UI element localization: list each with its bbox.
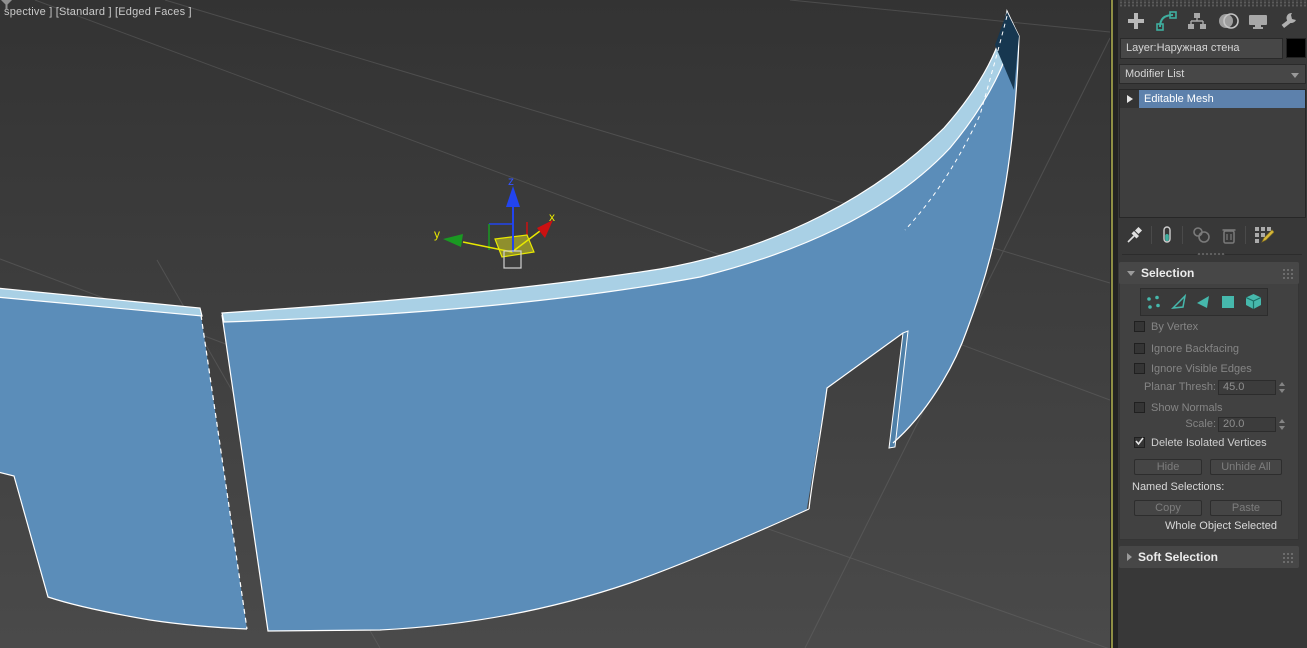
per-view-filter-icon[interactable] bbox=[0, 0, 13, 11]
checkbox-label: Show Normals bbox=[1151, 401, 1223, 414]
modifier-list-label: Modifier List bbox=[1125, 68, 1185, 80]
stack-expand-button[interactable] bbox=[1120, 90, 1139, 108]
hierarchy-icon bbox=[1188, 13, 1207, 29]
object-color-swatch[interactable] bbox=[1286, 38, 1306, 58]
stack-toolbar bbox=[1118, 222, 1307, 248]
remove-modifier-icon[interactable] bbox=[1221, 226, 1237, 244]
active-viewport-border bbox=[1111, 0, 1113, 648]
rollout-title: Selection bbox=[1141, 266, 1195, 280]
checkbox-label: Delete Isolated Vertices bbox=[1151, 436, 1267, 449]
panel-drag-handle[interactable] bbox=[1118, 0, 1307, 7]
chevron-right-icon bbox=[1126, 95, 1133, 103]
perspective-viewport[interactable]: x y z spective ] [Standard ] [Edged Face… bbox=[0, 0, 1110, 648]
soft-selection-rollout-header[interactable]: Soft Selection bbox=[1119, 546, 1299, 568]
z-axis-label: z bbox=[508, 174, 514, 188]
viewport-panel-splitter[interactable] bbox=[1110, 0, 1118, 648]
tab-display[interactable] bbox=[1245, 9, 1271, 33]
pin-stack-icon[interactable] bbox=[1126, 226, 1143, 244]
selection-rollout-header[interactable]: Selection bbox=[1119, 262, 1299, 284]
planar-thresh-input[interactable]: 45.0 bbox=[1218, 380, 1276, 395]
element-mode-icon[interactable] bbox=[1244, 293, 1263, 311]
checkbox-ignore-backfacing[interactable]: Ignore Backfacing bbox=[1134, 342, 1239, 355]
separator-grip[interactable] bbox=[1197, 252, 1225, 257]
y-axis-label: y bbox=[434, 227, 440, 241]
make-unique-icon[interactable] bbox=[1191, 226, 1213, 244]
tab-utilities[interactable] bbox=[1276, 9, 1302, 33]
spinner-arrows[interactable] bbox=[1278, 418, 1287, 431]
layer-name-field[interactable]: Layer:Наружная стена bbox=[1120, 38, 1283, 59]
unhide-all-button[interactable]: Unhide All bbox=[1210, 459, 1282, 475]
face-mode-icon[interactable] bbox=[1195, 294, 1212, 311]
paste-button[interactable]: Paste bbox=[1210, 500, 1282, 516]
scale-input[interactable]: 20.0 bbox=[1218, 417, 1276, 432]
checkbox-show-normals[interactable]: Show Normals bbox=[1134, 401, 1223, 414]
modifier-list-dropdown[interactable]: Modifier List bbox=[1119, 64, 1306, 84]
show-end-result-icon[interactable] bbox=[1160, 226, 1174, 244]
configure-modifier-sets-icon[interactable] bbox=[1254, 226, 1274, 244]
tab-create[interactable] bbox=[1123, 9, 1149, 33]
motion-icon bbox=[1218, 13, 1239, 29]
toolbar-divider bbox=[1182, 226, 1183, 244]
spinner-up-icon bbox=[1279, 419, 1285, 423]
spinner-label: Planar Thresh: bbox=[1144, 381, 1216, 393]
rollout-title: Soft Selection bbox=[1138, 550, 1219, 564]
hide-button[interactable]: Hide bbox=[1134, 459, 1202, 475]
x-axis-label: x bbox=[549, 210, 555, 224]
toolbar-divider bbox=[1151, 226, 1152, 244]
subobject-mode-bar bbox=[1140, 288, 1268, 316]
checkmark-icon bbox=[1135, 437, 1144, 446]
chevron-down-icon bbox=[1291, 73, 1299, 78]
viewport-label[interactable]: spective ] [Standard ] [Edged Faces ] bbox=[4, 6, 192, 18]
rollout-grip-icon[interactable] bbox=[1282, 268, 1293, 279]
viewport-canvas[interactable]: x y z bbox=[0, 0, 1110, 648]
edge-mode-icon[interactable] bbox=[1170, 293, 1188, 311]
rollout-grip-icon[interactable] bbox=[1282, 552, 1293, 563]
rollout-separator bbox=[1122, 252, 1302, 257]
3ds-max-window: x y z spective ] [Standard ] [Edged Face… bbox=[0, 0, 1307, 648]
checkbox-box[interactable] bbox=[1134, 343, 1145, 354]
named-selections-label: Named Selections: bbox=[1132, 481, 1225, 493]
copy-button[interactable]: Copy bbox=[1134, 500, 1202, 516]
plus-icon bbox=[1128, 13, 1144, 29]
command-panel-tabs bbox=[1118, 8, 1307, 34]
tab-modify[interactable] bbox=[1154, 9, 1180, 33]
spinner-arrows[interactable] bbox=[1278, 381, 1287, 394]
chevron-right-icon bbox=[1127, 553, 1132, 561]
checkbox-box[interactable] bbox=[1134, 321, 1145, 332]
chevron-down-icon bbox=[1127, 270, 1135, 276]
spinner-down-icon bbox=[1279, 426, 1285, 430]
spinner-down-icon bbox=[1279, 389, 1285, 393]
checkbox-delete-isolated-vertices[interactable]: Delete Isolated Vertices bbox=[1134, 436, 1267, 449]
checkbox-by-vertex[interactable]: By Vertex bbox=[1134, 320, 1198, 333]
checkbox-label: Ignore Visible Edges bbox=[1151, 362, 1252, 375]
checkbox-label: Ignore Backfacing bbox=[1151, 342, 1240, 355]
vertex-mode-icon[interactable] bbox=[1145, 294, 1162, 311]
stack-item-label: Editable Mesh bbox=[1139, 90, 1305, 108]
spinner-label: Scale: bbox=[1185, 418, 1216, 430]
toolbar-divider bbox=[1245, 226, 1246, 244]
modify-icon bbox=[1155, 11, 1177, 31]
stack-item-editable-mesh[interactable]: Editable Mesh bbox=[1120, 90, 1305, 108]
tab-motion[interactable] bbox=[1215, 9, 1241, 33]
spinner-up-icon bbox=[1279, 382, 1285, 386]
display-icon bbox=[1249, 15, 1268, 29]
checkbox-box[interactable] bbox=[1134, 363, 1145, 374]
wrench-icon bbox=[1281, 12, 1296, 29]
checkbox-box[interactable] bbox=[1134, 402, 1145, 413]
checkbox-label: By Vertex bbox=[1151, 320, 1199, 333]
checkbox-ignore-visible-edges[interactable]: Ignore Visible Edges bbox=[1134, 362, 1252, 375]
checkbox-box[interactable] bbox=[1134, 437, 1145, 448]
selection-status-text: Whole Object Selected bbox=[1165, 520, 1277, 532]
modifier-stack[interactable]: Editable Mesh bbox=[1119, 89, 1306, 218]
polygon-mode-icon[interactable] bbox=[1220, 294, 1236, 310]
command-panel: Layer:Наружная стена Modifier List Edita… bbox=[1118, 0, 1307, 648]
tab-hierarchy[interactable] bbox=[1184, 9, 1210, 33]
